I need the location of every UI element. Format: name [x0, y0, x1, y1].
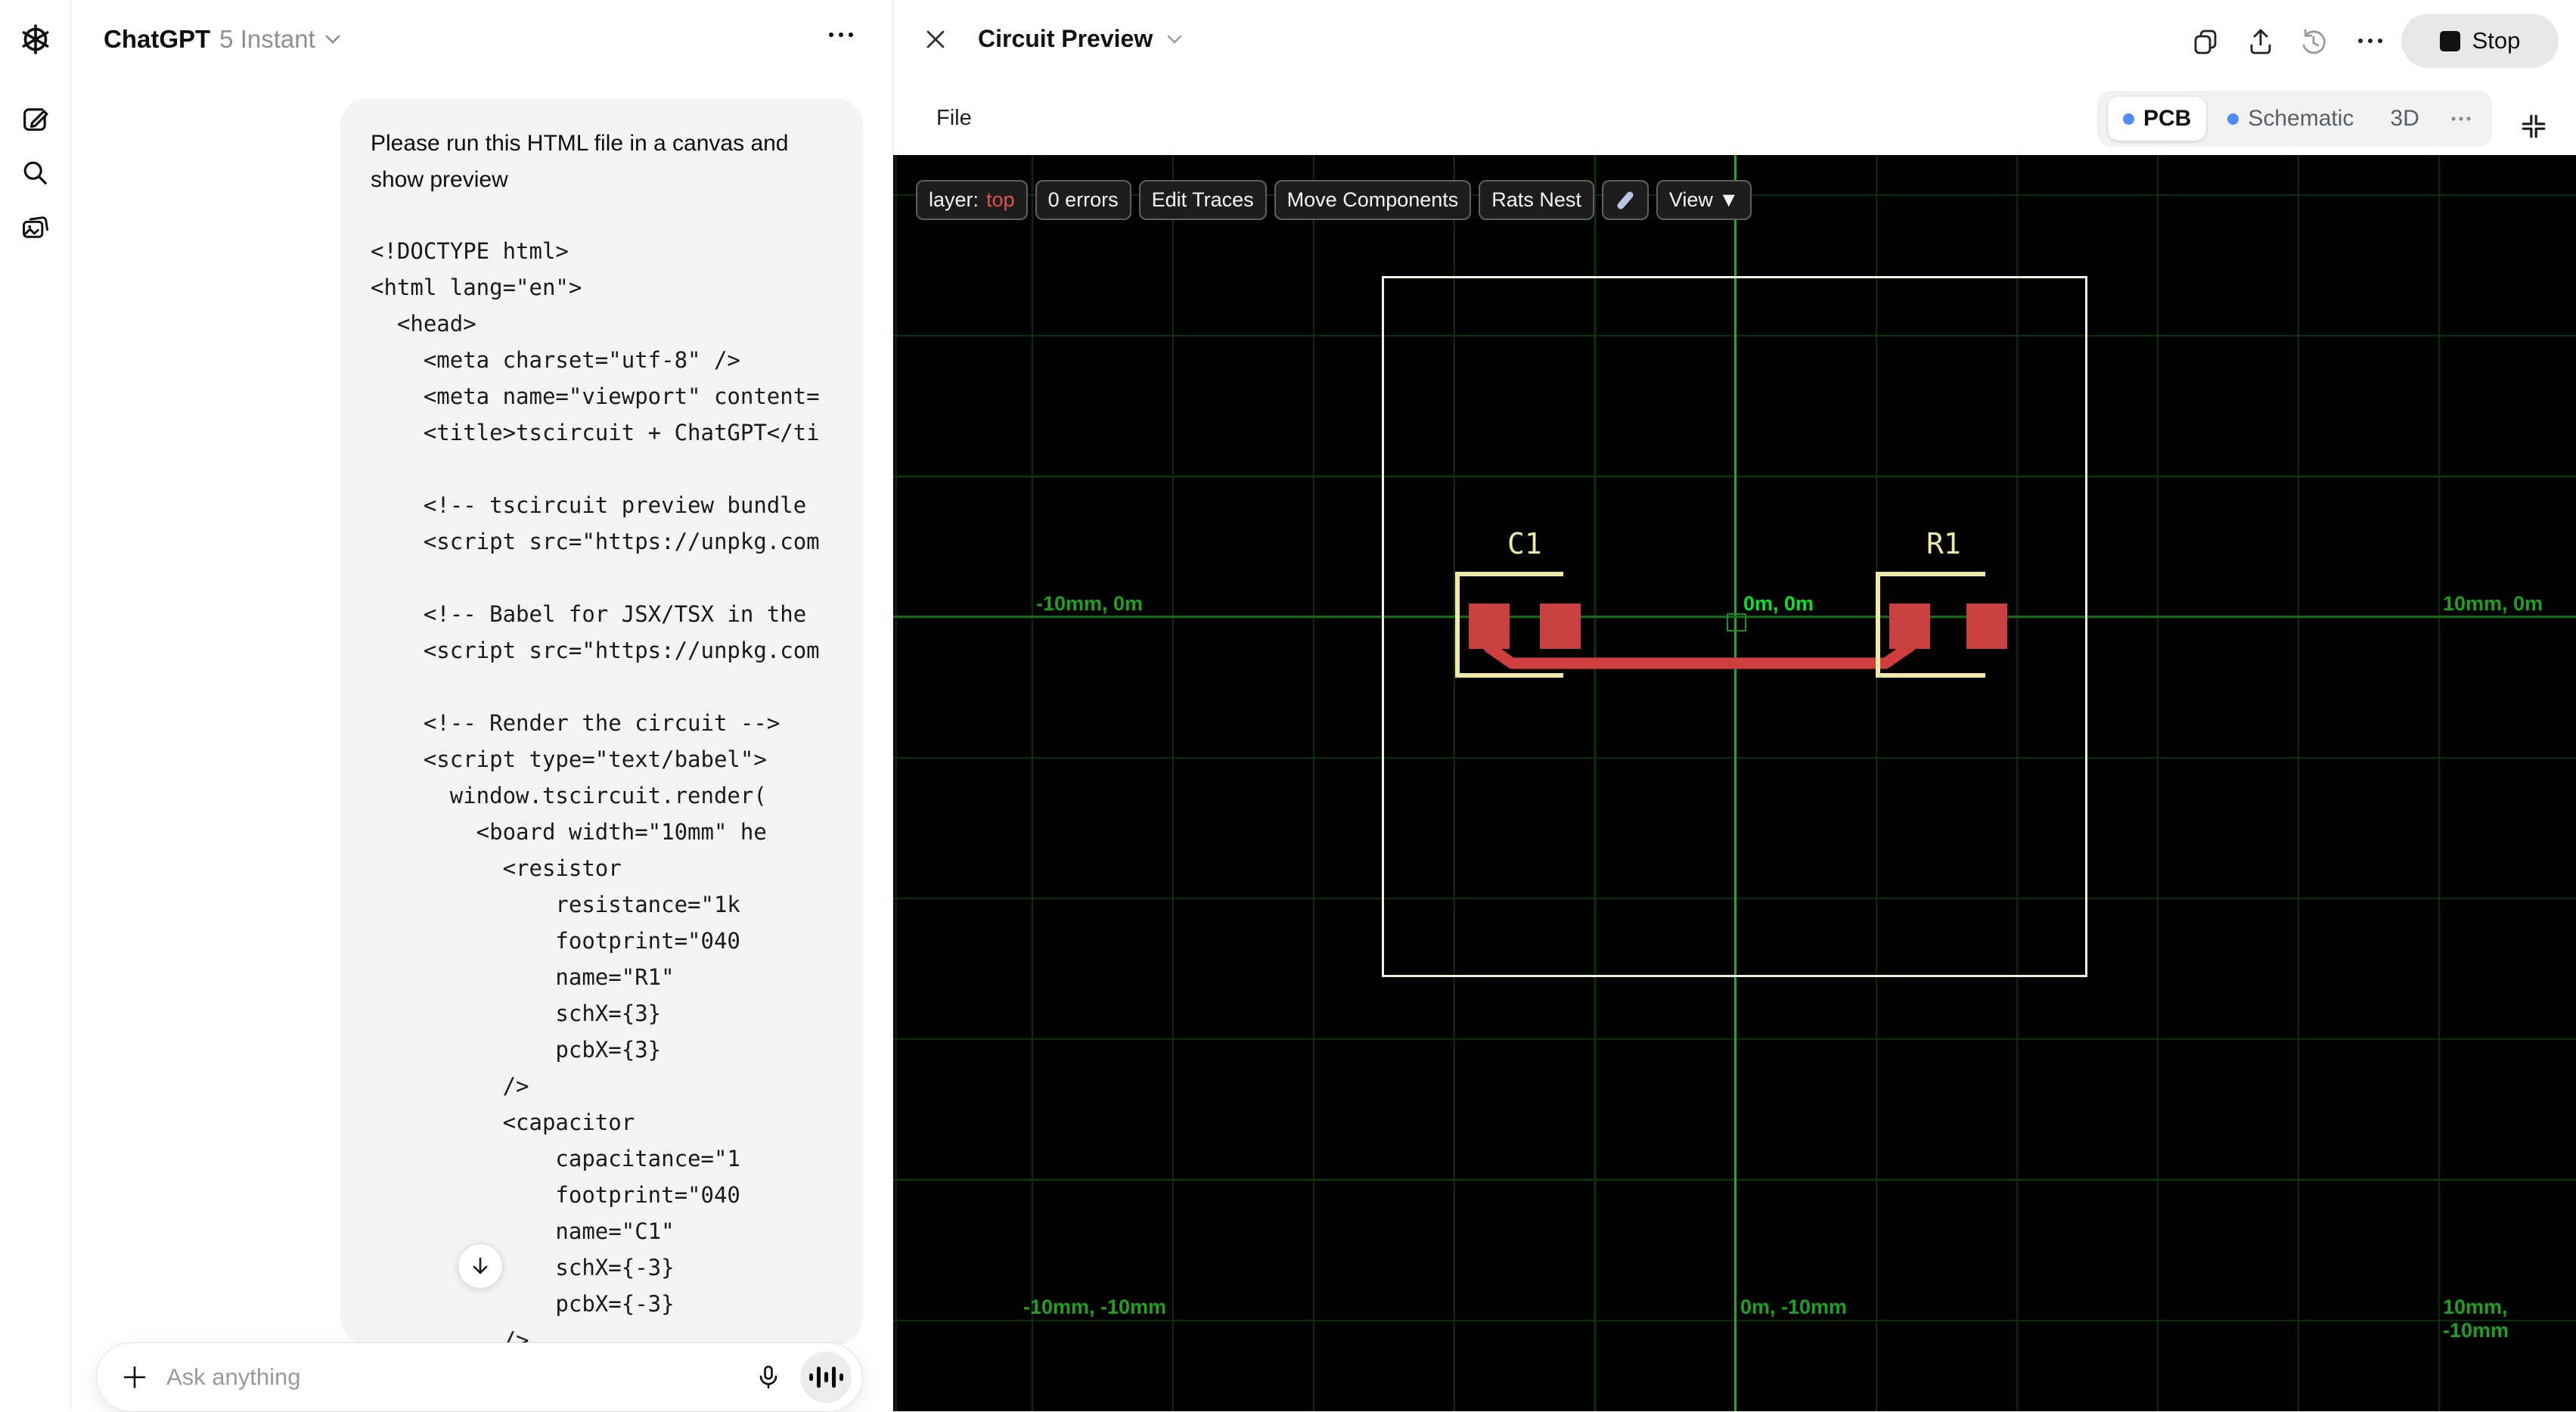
scroll-to-bottom-button[interactable] — [458, 1243, 503, 1289]
c1-silkscreen — [1455, 572, 1563, 576]
coord-label-origin: 0m, 0m — [1743, 592, 1814, 615]
close-icon[interactable] — [923, 27, 948, 51]
r1-pad-2 — [1966, 604, 2007, 649]
share-icon[interactable] — [2246, 27, 2275, 56]
c1-pad-1 — [1469, 604, 1510, 649]
c1-silkscreen — [1455, 673, 1563, 678]
edit-traces-button[interactable]: Edit Traces — [1138, 180, 1267, 220]
blue-dot-icon — [2227, 113, 2239, 125]
chat-panel: ChatGPT 5 Instant Please run this HTML f… — [70, 0, 892, 1412]
library-images-icon[interactable] — [20, 212, 51, 244]
pcb-canvas[interactable]: C1 R1 -10mm, 0m 0m, 0m 10mm, 0m -10mm, -… — [893, 155, 2576, 1411]
view-dropdown-button[interactable]: View ▼ — [1656, 180, 1752, 220]
user-message-bubble: Please run this HTML file in a canvas an… — [340, 98, 863, 1345]
voice-mode-button[interactable] — [800, 1351, 852, 1403]
app-name: ChatGPT — [104, 25, 211, 53]
tab-overflow-icon[interactable] — [2441, 97, 2481, 141]
pencil-tool-button[interactable] — [1601, 180, 1649, 220]
stop-label: Stop — [2472, 27, 2521, 54]
down-arrow-icon — [473, 1257, 488, 1274]
plus-icon[interactable] — [121, 1364, 148, 1391]
blue-dot-icon — [2123, 113, 2134, 125]
layer-value: top — [986, 188, 1015, 211]
user-message-text: Please run this HTML file in a canvas an… — [371, 131, 789, 192]
r1-reference-label: R1 — [1926, 527, 1961, 560]
composer — [96, 1342, 863, 1412]
origin-marker — [1727, 613, 1746, 632]
canvas-title: Circuit Preview — [978, 25, 1153, 52]
rats-nest-button[interactable]: Rats Nest — [1479, 180, 1594, 220]
stop-icon — [2439, 30, 2460, 51]
tab-3d[interactable]: 3D — [2375, 97, 2434, 141]
panel-header: Circuit Preview Stop — [893, 0, 2576, 79]
app-sidebar — [0, 0, 71, 1411]
tab-pcb-label: PCB — [2143, 106, 2192, 131]
pcb-toolbar: layer: top 0 errors Edit Traces Move Com… — [916, 180, 1752, 220]
chat-header: ChatGPT 5 Instant — [70, 0, 892, 79]
mic-icon[interactable] — [753, 1362, 784, 1392]
errors-button[interactable]: 0 errors — [1035, 180, 1131, 220]
file-menu[interactable]: File — [936, 106, 972, 131]
c1-pad-2 — [1540, 604, 1581, 649]
tab-3d-label: 3D — [2390, 106, 2419, 131]
user-message-code: <!DOCTYPE html> <html lang="en"> <head> … — [371, 238, 820, 1345]
coord-label-left-mid: -10mm, 0m — [1036, 592, 1144, 615]
new-chat-icon[interactable] — [20, 103, 51, 135]
coord-label-left-bottom: -10mm, -10mm — [1023, 1296, 1167, 1318]
coord-label-right-mid: 10mm, 0m — [2443, 592, 2543, 615]
stop-button[interactable]: Stop — [2401, 14, 2559, 68]
chatgpt-logo-icon[interactable] — [19, 23, 52, 56]
panel-options-icon[interactable] — [2356, 36, 2385, 45]
chat-input[interactable] — [165, 1363, 737, 1392]
layer-button[interactable]: layer: top — [916, 180, 1028, 220]
model-picker[interactable]: ChatGPT 5 Instant — [104, 25, 341, 54]
search-icon[interactable] — [20, 157, 51, 189]
pcb-trace — [1483, 630, 1916, 669]
tab-pcb[interactable]: PCB — [2108, 97, 2207, 141]
r1-silkscreen — [1876, 572, 1985, 576]
chevron-down-icon — [324, 33, 341, 45]
move-components-button[interactable]: Move Components — [1274, 180, 1472, 220]
r1-silkscreen — [1876, 572, 1880, 678]
model-name: 5 Instant — [219, 25, 315, 53]
collapse-icon[interactable] — [2519, 112, 2548, 141]
c1-reference-label: C1 — [1507, 527, 1542, 560]
tab-schematic-label: Schematic — [2248, 106, 2354, 131]
chat-options-icon[interactable] — [827, 30, 855, 39]
canvas-title-dropdown[interactable]: Circuit Preview — [978, 25, 1183, 53]
tab-schematic[interactable]: Schematic — [2212, 97, 2369, 141]
copy-icon[interactable] — [2191, 27, 2220, 56]
layer-prefix: layer: — [929, 188, 979, 211]
r1-silkscreen — [1876, 673, 1985, 678]
coord-label-center-bottom: 0m, -10mm — [1740, 1296, 1848, 1318]
chevron-down-icon — [1166, 33, 1183, 45]
circuit-preview-panel: Circuit Preview Stop File PCB Schematic … — [892, 0, 2576, 1411]
view-tabs: PCB Schematic 3D — [2097, 91, 2492, 147]
c1-silkscreen — [1455, 572, 1460, 678]
history-icon[interactable] — [2298, 27, 2329, 57]
coord-label-right-bottom: 10mm, -10mm — [2443, 1296, 2509, 1342]
r1-pad-1 — [1889, 604, 1930, 649]
pencil-icon — [1617, 191, 1634, 209]
